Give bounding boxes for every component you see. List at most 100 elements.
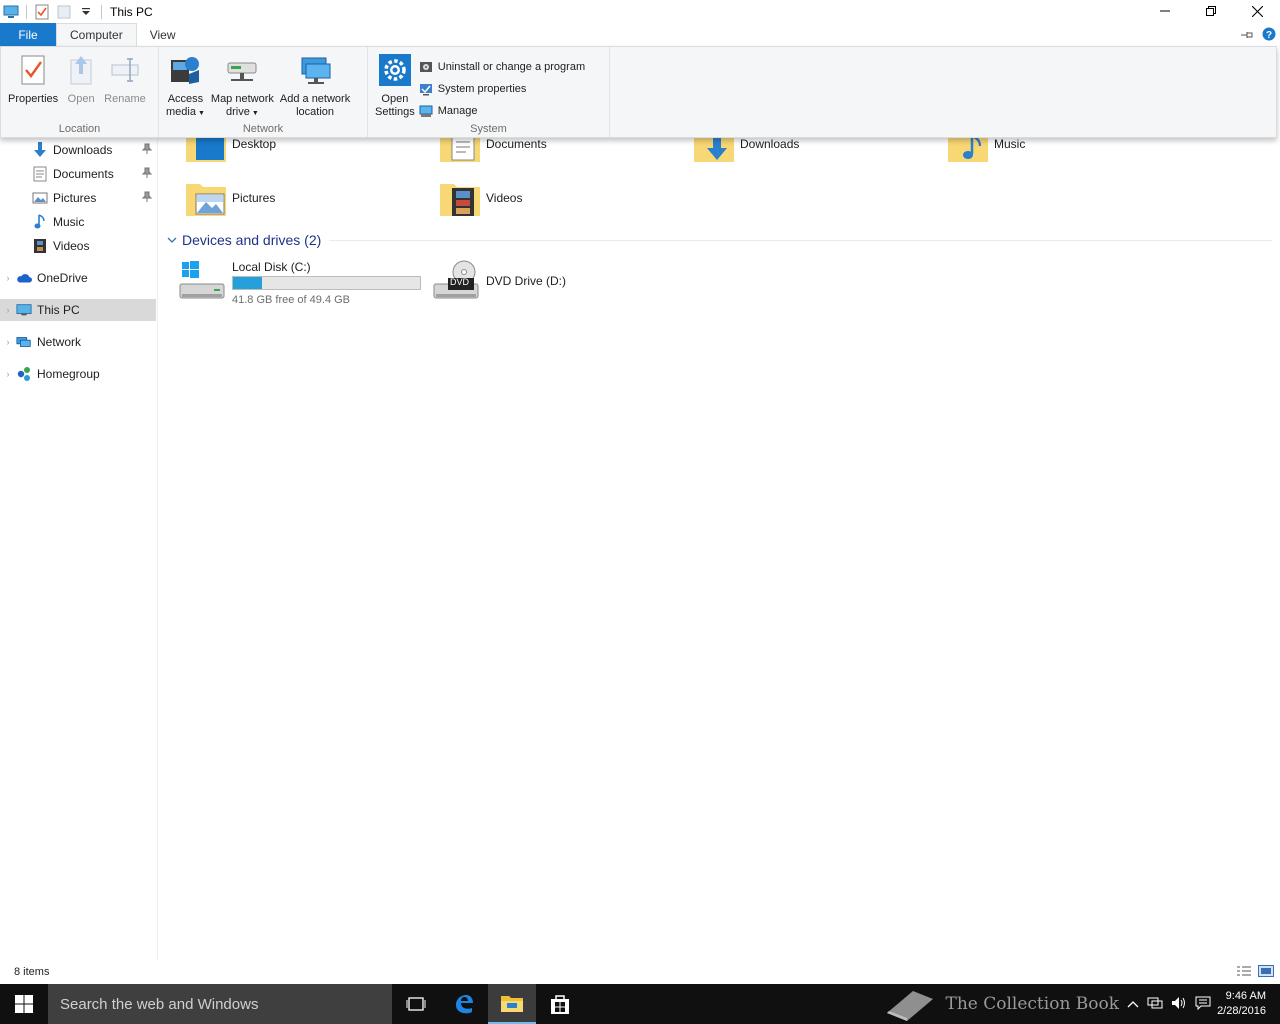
local-disk-info: Local Disk (C:) 41.8 GB free of 49.4 GB	[232, 260, 421, 306]
file-explorer-taskbar-button[interactable]	[488, 984, 536, 1024]
nav-label-music: Music	[53, 215, 85, 229]
properties-icon	[16, 53, 50, 87]
expand-chevron-icon[interactable]: ›	[0, 273, 16, 283]
ribbon-tabs: File Computer View ?	[0, 23, 1280, 46]
nav-item-homegroup[interactable]: › Homegroup	[0, 363, 156, 385]
help-icon[interactable]: ?	[1262, 27, 1276, 44]
map-network-drive-label-2: drive	[226, 106, 250, 118]
folder-videos[interactable]: Videos	[438, 174, 522, 222]
pin-icon[interactable]	[141, 167, 153, 182]
local-disk-windows-icon	[178, 258, 226, 307]
nav-item-videos[interactable]: Videos	[0, 235, 156, 257]
folder-label-documents: Documents	[486, 137, 547, 151]
details-view-icon[interactable]	[1236, 965, 1252, 980]
devices-header-text: Devices and drives (2)	[182, 232, 322, 248]
uninstall-label: Uninstall or change a program	[437, 61, 586, 73]
properties-checkmark-icon[interactable]	[34, 4, 50, 20]
manage-icon	[418, 103, 434, 119]
dropdown-caret-icon: ▼	[251, 110, 259, 117]
close-icon	[1251, 5, 1263, 17]
videos-film-icon	[32, 238, 48, 254]
drive-dvd[interactable]: DVD DVD Drive (D:)	[432, 258, 566, 304]
folder-label-downloads: Downloads	[740, 137, 800, 151]
access-media-icon	[168, 53, 202, 87]
devices-section-header[interactable]: Devices and drives (2)	[166, 232, 1272, 248]
nav-item-downloads[interactable]: Downloads	[0, 139, 156, 161]
group-label-network: Network	[242, 123, 284, 135]
content-pane: Desktop Documents Downloads Music Pictur…	[158, 130, 1280, 960]
drive-local-disk[interactable]: Local Disk (C:) 41.8 GB free of 49.4 GB	[178, 258, 421, 307]
expand-chevron-icon[interactable]: ›	[0, 305, 16, 315]
videos-folder-icon	[438, 176, 482, 220]
rename-icon	[108, 53, 142, 87]
task-view-button[interactable]	[392, 984, 440, 1024]
documents-icon	[32, 166, 48, 182]
nav-item-this-pc[interactable]: › This PC	[0, 299, 156, 321]
tab-file[interactable]: File	[0, 23, 56, 46]
open-settings-label-1: Open	[381, 93, 409, 105]
uninstall-program-button[interactable]: Uninstall or change a program	[418, 56, 585, 78]
network-tray-icon[interactable]	[1147, 996, 1163, 1013]
new-folder-icon[interactable]	[56, 4, 72, 20]
ribbon-group-location: Properties Open Rename Location	[1, 47, 159, 137]
navigation-pane: Downloads Documents Pictures Music Video…	[0, 138, 158, 960]
folder-pictures[interactable]: Pictures	[184, 174, 275, 222]
folder-label-desktop: Desktop	[232, 137, 277, 151]
edge-icon	[456, 995, 473, 1014]
nav-label-videos: Videos	[53, 239, 90, 253]
folder-label-videos: Videos	[486, 191, 523, 205]
dvd-badge: DVD	[450, 277, 470, 287]
downloads-arrow-icon	[32, 142, 48, 158]
title-bar: This PC	[0, 0, 1280, 24]
ribbon-controls: ?	[1240, 27, 1276, 44]
expand-chevron-icon[interactable]: ›	[0, 369, 16, 379]
network-icon	[16, 334, 32, 350]
local-disk-name: Local Disk (C:)	[232, 259, 311, 274]
tray-overflow-icon[interactable]	[1127, 997, 1139, 1011]
close-button[interactable]	[1234, 0, 1280, 22]
taskbar-search-box[interactable]: Search the web and Windows	[48, 984, 392, 1024]
add-network-location-label-2: location	[296, 106, 335, 118]
tab-view[interactable]: View	[137, 23, 189, 46]
pin-icon[interactable]	[141, 191, 153, 206]
start-button[interactable]	[0, 984, 48, 1024]
group-label-location: Location	[58, 123, 101, 135]
item-count: 8 items	[14, 966, 50, 978]
nav-item-documents[interactable]: Documents	[0, 163, 156, 185]
expand-chevron-icon[interactable]: ›	[0, 337, 16, 347]
large-icons-view-icon[interactable]	[1258, 965, 1274, 980]
volume-icon[interactable]	[1171, 996, 1187, 1013]
music-note-icon	[32, 214, 48, 230]
system-properties-button[interactable]: System properties	[418, 78, 585, 100]
group-label-system: System	[470, 123, 507, 135]
nav-item-music[interactable]: Music	[0, 211, 156, 233]
computer-icon[interactable]	[3, 4, 19, 20]
tab-computer[interactable]: Computer	[56, 23, 137, 46]
clock[interactable]: 9:46 AM 2/28/2016	[1217, 989, 1266, 1019]
taskbar: Search the web and Windows The Collectio…	[0, 984, 1280, 1024]
nav-item-network[interactable]: › Network	[0, 331, 156, 353]
collapse-chevron-icon[interactable]	[166, 236, 178, 244]
add-network-location-label-1: Add a network	[279, 93, 351, 105]
nav-item-pictures[interactable]: Pictures	[0, 187, 156, 209]
open-icon	[64, 53, 98, 87]
settings-gear-icon	[378, 53, 412, 87]
manage-button[interactable]: Manage	[418, 100, 585, 122]
nav-label-homegroup: Homegroup	[37, 367, 100, 381]
clock-time: 9:46 AM	[1225, 990, 1266, 1002]
edge-browser-button[interactable]	[440, 984, 488, 1024]
ribbon-panel: Properties Open Rename Location Access m…	[0, 46, 1277, 138]
store-taskbar-button[interactable]	[536, 984, 584, 1024]
rename-label: Rename	[104, 93, 146, 105]
restore-button[interactable]	[1188, 0, 1234, 22]
add-network-location-icon	[298, 53, 332, 87]
system-tray: The Collection Book 9:46 AM 2/28/2016	[883, 984, 1280, 1024]
pin-icon[interactable]	[141, 143, 153, 158]
nav-item-onedrive[interactable]: › OneDrive	[0, 267, 156, 289]
minimize-button[interactable]	[1142, 0, 1188, 22]
customize-dropdown-icon[interactable]	[78, 4, 94, 20]
access-media-label-1: Access	[167, 93, 204, 105]
book-logo-icon	[883, 985, 937, 1024]
pin-ribbon-icon[interactable]	[1240, 29, 1254, 43]
action-center-icon[interactable]	[1195, 996, 1211, 1013]
